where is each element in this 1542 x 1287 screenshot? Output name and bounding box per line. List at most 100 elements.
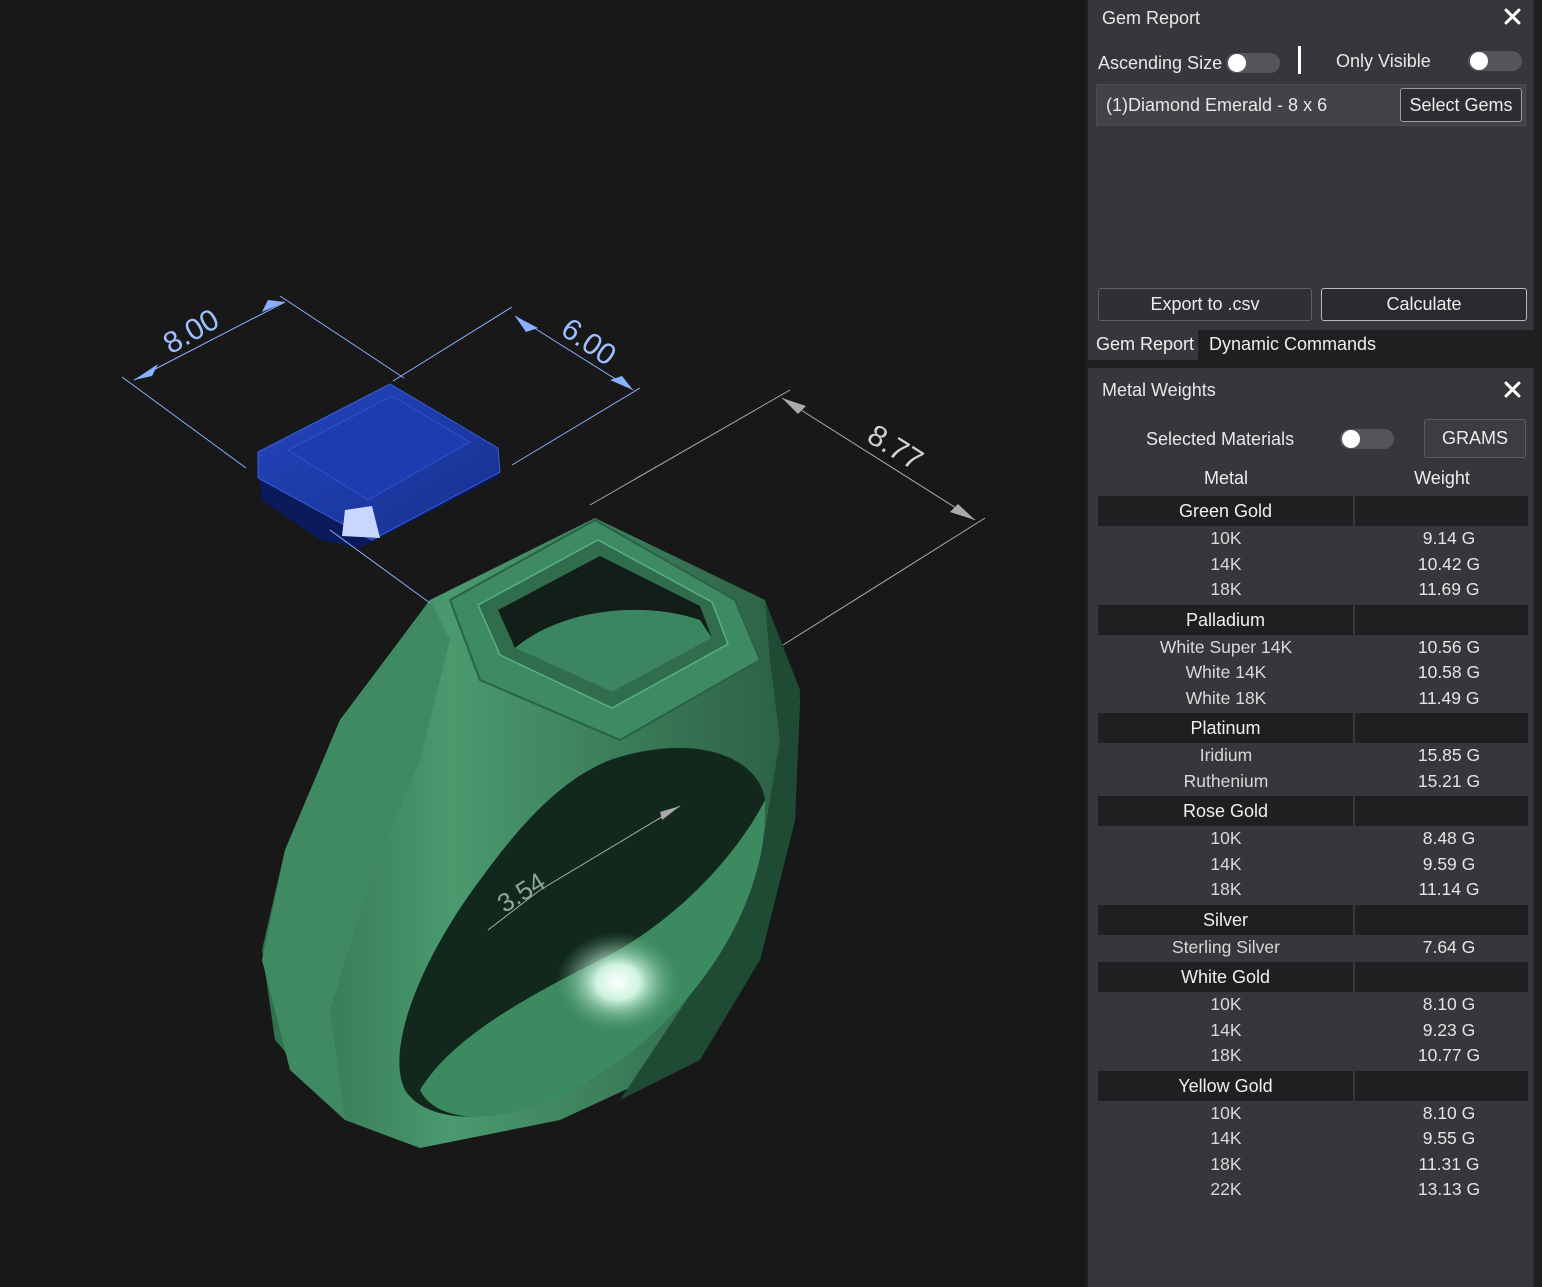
group-weight-cell <box>1355 604 1528 635</box>
units-button[interactable]: GRAMS <box>1424 419 1526 458</box>
metal-weights-title: Metal Weights <box>1102 380 1216 400</box>
metal-cell: 10K <box>1210 528 1242 548</box>
ascending-size-label: Ascending Size <box>1098 53 1223 73</box>
weight-cell: 10.42 G <box>1417 553 1481 574</box>
calculate-button[interactable]: Calculate <box>1321 288 1527 321</box>
close-icon[interactable] <box>1501 378 1523 400</box>
table-header: Metal Weight <box>1098 468 1528 494</box>
table-row[interactable]: 18K 11.14 G <box>1098 877 1528 903</box>
table-row[interactable]: 18K 10.77 G <box>1098 1043 1528 1069</box>
tab-gem-report[interactable]: Gem Report <box>1088 330 1198 360</box>
metal-weights-table: Metal Weight Green Gold 10K 9.14 G 14K 10.42… <box>1098 468 1528 1203</box>
table-row[interactable]: 10K 8.48 G <box>1098 826 1528 852</box>
selected-materials-label: Selected Materials <box>1146 429 1295 449</box>
toggle-knob <box>1342 430 1360 448</box>
ring-light-glare <box>556 932 680 1032</box>
3d-viewport[interactable]: 8.00 6.00 8.77 3.54 <box>0 0 1086 1287</box>
metal-cell: 14K <box>1210 853 1242 874</box>
ascending-size-toggle[interactable] <box>1226 53 1280 73</box>
group-name: Platinum <box>1098 713 1353 743</box>
selected-materials-toggle[interactable] <box>1340 429 1394 449</box>
tab-dynamic-commands[interactable]: Dynamic Commands <box>1201 330 1384 360</box>
weight-cell: 11.69 G <box>1418 579 1480 599</box>
table-row[interactable]: 18K 11.69 G <box>1098 577 1528 603</box>
scene-canvas[interactable]: 8.00 6.00 8.77 3.54 <box>0 0 1086 1287</box>
weight-cell: 9.55 G <box>1422 1128 1476 1148</box>
metal-cell: Sterling Silver <box>1172 936 1280 957</box>
weight-cell: 11.14 G <box>1418 879 1480 899</box>
weight-cell: 10.56 G <box>1417 636 1481 657</box>
toggle-knob <box>1228 54 1246 72</box>
only-visible-toggle[interactable] <box>1468 51 1522 71</box>
table-row[interactable]: 14K 10.42 G <box>1098 552 1528 578</box>
group-row: Rose Gold <box>1098 796 1528 826</box>
group-weight-cell <box>1355 796 1528 826</box>
metal-cell: 14K <box>1210 1019 1242 1040</box>
ring-model[interactable] <box>262 518 800 1148</box>
metal-cell: White Super 14K <box>1159 636 1293 657</box>
group-weight-cell <box>1355 713 1528 743</box>
table-row[interactable]: White 18K 11.49 G <box>1098 686 1528 712</box>
weight-cell: 13.13 G <box>1417 1179 1481 1199</box>
metal-weights-panel: Metal Weights Selected Materials GRAMS M… <box>1088 368 1534 1287</box>
table-row[interactable]: 22K 13.13 G <box>1098 1177 1528 1203</box>
column-header-weight: Weight <box>1414 468 1470 488</box>
table-row[interactable]: Sterling Silver 7.64 G <box>1098 935 1528 961</box>
group-row: Yellow Gold <box>1098 1070 1528 1101</box>
table-row[interactable]: 10K 8.10 G <box>1098 992 1528 1018</box>
table-row[interactable]: 14K 9.59 G <box>1098 852 1528 878</box>
group-weight-cell <box>1355 962 1528 992</box>
metal-cell: Ruthenium <box>1183 770 1269 791</box>
table-row[interactable]: 14K 9.55 G <box>1098 1126 1528 1152</box>
column-header-metal: Metal <box>1203 468 1248 488</box>
group-row: Palladium <box>1098 604 1528 635</box>
weight-cell: 8.10 G <box>1422 1102 1476 1123</box>
metal-cell: 10K <box>1210 994 1242 1014</box>
table-row[interactable]: 10K 9.14 G <box>1098 526 1528 552</box>
metal-cell: 18K <box>1210 879 1242 899</box>
group-weight-cell <box>1355 1070 1528 1101</box>
weight-cell: 11.49 G <box>1418 687 1480 708</box>
select-gems-button[interactable]: Select Gems <box>1400 88 1522 122</box>
group-name: Yellow Gold <box>1098 1070 1353 1101</box>
gem-report-title: Gem Report <box>1102 8 1201 28</box>
weight-cell: 10.77 G <box>1417 1045 1481 1065</box>
dimension-label-width: 6.00 <box>555 312 622 373</box>
metal-cell: 10K <box>1210 828 1242 848</box>
metal-cell: 18K <box>1210 579 1242 599</box>
group-weight-cell <box>1355 496 1528 526</box>
table-row[interactable]: Iridium 15.85 G <box>1098 743 1528 769</box>
gem-list-item[interactable]: (1)Diamond Emerald - 8 x 6 <box>1106 95 1327 116</box>
group-name: Green Gold <box>1098 496 1353 526</box>
table-row[interactable]: Ruthenium 15.21 G <box>1098 769 1528 795</box>
group-row: White Gold <box>1098 962 1528 992</box>
metal-cell: 18K <box>1210 1045 1242 1065</box>
dimension-label-length: 8.00 <box>158 303 225 361</box>
table-row[interactable]: White 14K 10.58 G <box>1098 660 1528 686</box>
weight-cell: 15.21 G <box>1417 770 1481 791</box>
export-csv-button[interactable]: Export to .csv <box>1098 288 1312 321</box>
weight-cell: 9.59 G <box>1422 853 1476 874</box>
metal-cell: 18K <box>1210 1153 1242 1174</box>
emerald-gem[interactable] <box>257 383 501 548</box>
weight-cell: 7.64 G <box>1422 936 1476 957</box>
measure-label-height: 8.77 <box>862 418 929 477</box>
metal-cell: 22K <box>1210 1179 1242 1199</box>
table-row[interactable]: 14K 9.23 G <box>1098 1018 1528 1044</box>
close-icon[interactable] <box>1501 5 1523 27</box>
metal-cell: 10K <box>1210 1102 1242 1123</box>
group-name: Rose Gold <box>1098 796 1353 826</box>
metal-cell: 14K <box>1210 1128 1242 1148</box>
group-name: Silver <box>1098 904 1353 935</box>
group-name: White Gold <box>1098 962 1353 992</box>
side-panel-area: Gem Report Ascending Size Only Visible (… <box>1086 0 1542 1287</box>
table-row[interactable]: White Super 14K 10.56 G <box>1098 635 1528 661</box>
metal-cell: White 18K <box>1185 687 1267 708</box>
table-row[interactable]: 18K 11.31 G <box>1098 1152 1528 1178</box>
toggle-knob <box>1470 52 1488 70</box>
metal-cell: 14K <box>1210 553 1242 574</box>
gem-report-panel: Gem Report Ascending Size Only Visible (… <box>1088 0 1534 330</box>
table-row[interactable]: 10K 8.10 G <box>1098 1101 1528 1127</box>
weight-cell: 9.23 G <box>1422 1019 1476 1040</box>
weight-cell: 8.10 G <box>1422 994 1476 1014</box>
